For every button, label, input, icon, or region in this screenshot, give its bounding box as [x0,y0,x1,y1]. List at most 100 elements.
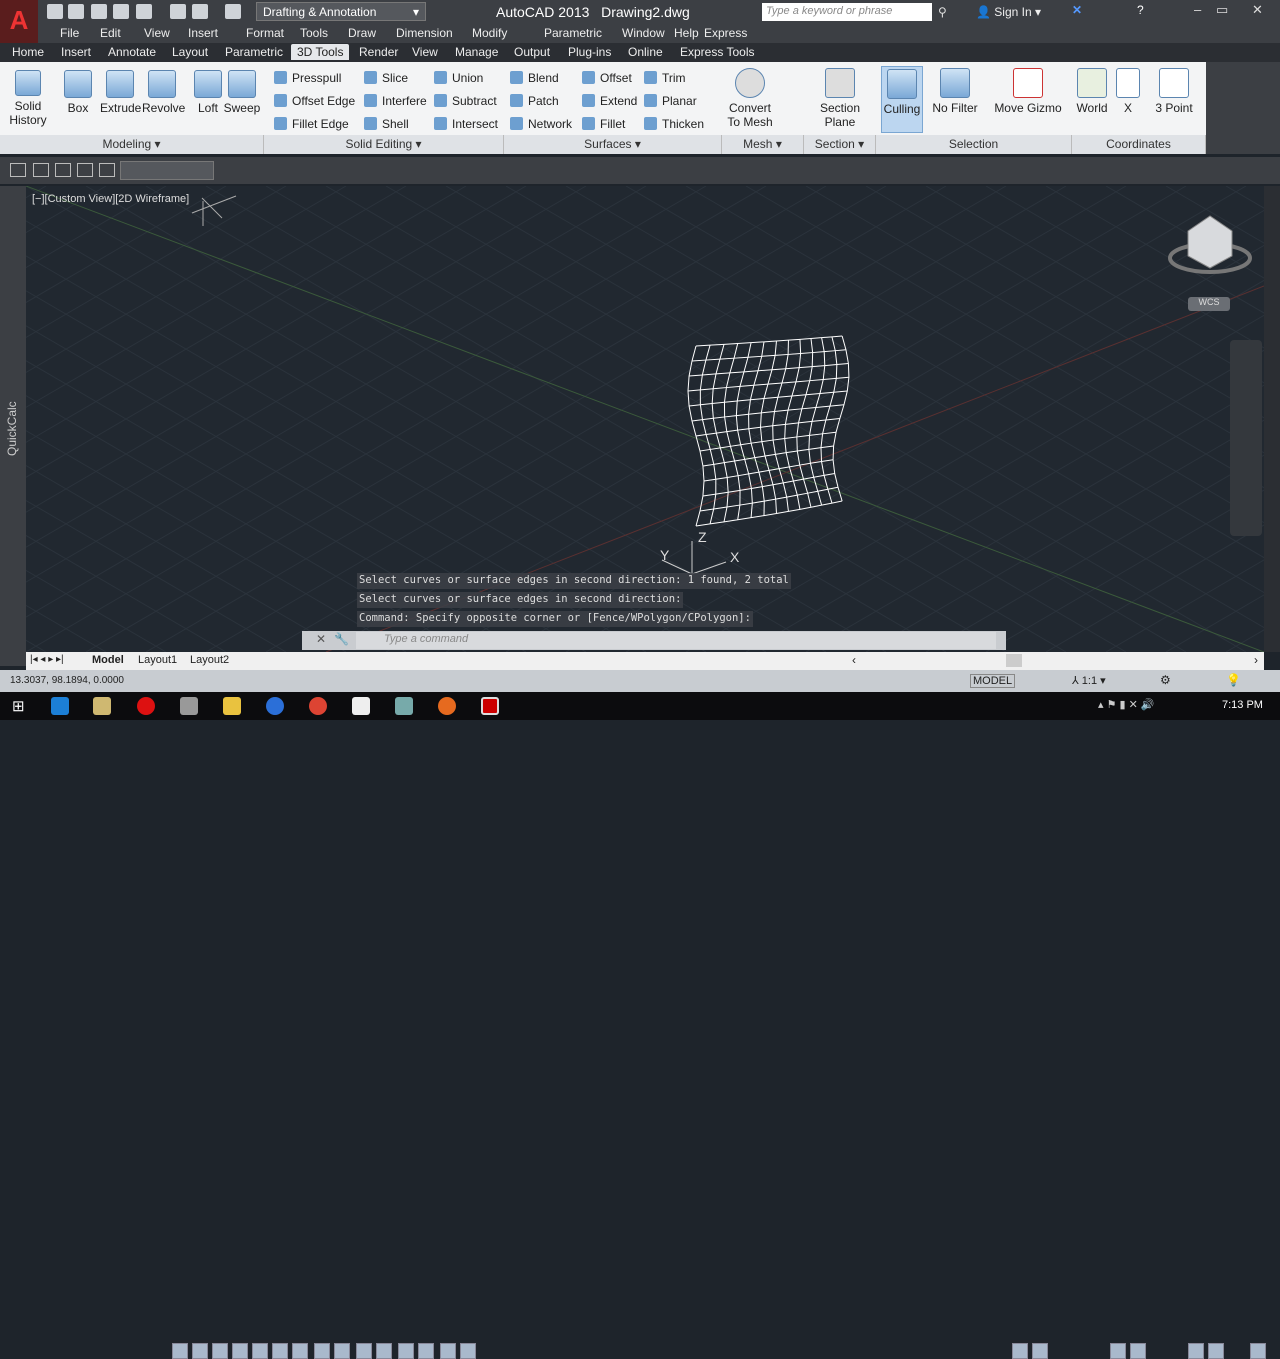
viewcube[interactable] [1187,215,1233,269]
drafting-toggle-icon[interactable] [440,1343,456,1359]
trim-surface-button[interactable]: Trim [644,71,686,85]
autocad-taskbar-icon[interactable] [481,697,499,715]
box-button[interactable]: Box [64,70,92,115]
drafting-toggle-icon[interactable] [356,1343,372,1359]
undo-icon[interactable] [192,4,208,19]
application-menu-button[interactable]: A [0,0,38,43]
exchange-icon[interactable]: ✕ [1072,3,1082,17]
wrench-icon[interactable]: 🔧 [334,632,349,646]
chrome-icon[interactable] [309,697,327,715]
drafting-toggle-icon[interactable] [376,1343,392,1359]
menu-file[interactable]: File [60,26,79,40]
document-icon[interactable] [352,697,370,715]
save-as-icon[interactable] [113,4,129,19]
chromium-icon[interactable] [266,697,284,715]
firefox-icon[interactable] [438,697,456,715]
tab-express-tools[interactable]: Express Tools [680,45,754,59]
menu-format[interactable]: Format [246,26,284,40]
toolbar-icon[interactable] [10,163,26,177]
tab-output[interactable]: Output [514,45,550,59]
network-surface-button[interactable]: Network [510,117,572,131]
annotation-scale[interactable]: ⅄ 1:1 ▾ [1072,674,1106,687]
drafting-toggle-icon[interactable] [212,1343,228,1359]
menu-modify[interactable]: Modify [472,26,507,40]
navigation-bar[interactable] [1230,340,1262,536]
solid-editing-panel-title[interactable]: Solid Editing ▾ [264,135,504,154]
selection-panel-title[interactable]: Selection [876,135,1072,154]
drafting-toggle-icon[interactable] [460,1343,476,1359]
maximize-button[interactable]: ▭ [1216,2,1228,18]
menu-dimension[interactable]: Dimension [396,26,453,40]
patch-surface-button[interactable]: Patch [510,94,559,108]
status-tool-icon[interactable] [1032,1343,1048,1359]
3-point-ucs-button[interactable]: 3 Point [1152,68,1196,115]
drafting-toggle-icon[interactable] [398,1343,414,1359]
drafting-toggle-icon[interactable] [314,1343,330,1359]
command-input[interactable]: Type a command [356,632,996,649]
sweep-button[interactable]: Sweep [222,70,262,115]
tab-plug-ins[interactable]: Plug-ins [568,45,611,59]
culling-button[interactable]: Culling [881,66,923,133]
tab-manage[interactable]: Manage [455,45,498,59]
status-tool-icon[interactable] [1130,1343,1146,1359]
extend-surface-button[interactable]: Extend [582,94,637,108]
close-icon[interactable]: ✕ [316,632,326,646]
extrude-button[interactable]: Extrude [100,70,141,115]
menu-help[interactable]: Help [674,26,699,40]
solid-history-button[interactable]: Solid History [8,70,48,127]
windows-start-icon[interactable]: ⊞ [12,697,25,715]
presspull-button[interactable]: Presspull [274,71,341,85]
toolbar-icon[interactable] [55,163,71,177]
menu-window[interactable]: Window [622,26,665,40]
vertical-scrollbar[interactable] [1264,186,1280,652]
status-tool-icon[interactable] [1250,1343,1266,1359]
gear-icon[interactable]: ⚙ [1160,673,1171,687]
drafting-toggle-icon[interactable] [292,1343,308,1359]
tab-nav-arrows[interactable]: |◂ ◂ ▸ ▸| [30,654,64,665]
union-button[interactable]: Union [434,71,483,85]
menu-insert[interactable]: Insert [188,26,218,40]
x-ucs-button[interactable]: X [1114,68,1142,115]
interfere-button[interactable]: Interfere [364,94,427,108]
tab-insert[interactable]: Insert [61,45,91,59]
tab-render[interactable]: Render [359,45,398,59]
model-space-button[interactable]: MODEL [970,674,1016,688]
offset-edge-button[interactable]: Offset Edge [274,94,355,108]
drafting-toggle-icon[interactable] [334,1343,350,1359]
plot-icon[interactable] [170,4,186,19]
binoculars-icon[interactable]: ⚲ [938,5,947,19]
scroll-right-icon[interactable]: › [1254,653,1258,667]
world-ucs-button[interactable]: World [1074,68,1110,115]
wcs-menu[interactable]: WCS [1188,297,1230,311]
status-tool-icon[interactable] [1012,1343,1028,1359]
app-icon[interactable] [180,697,198,715]
open-icon[interactable] [68,4,84,19]
coordinates-readout[interactable]: 13.3037, 98.1894, 0.0000 [10,675,124,686]
file-explorer-icon[interactable] [93,697,111,715]
status-tool-icon[interactable] [1208,1343,1224,1359]
offset-surface-button[interactable]: Offset [582,71,632,85]
tab-view[interactable]: View [412,45,438,59]
opera-icon[interactable] [137,697,155,715]
viewport-controls-label[interactable]: [−][Custom View][2D Wireframe] [32,193,189,205]
subtract-button[interactable]: Subtract [434,94,497,108]
status-tool-icon[interactable] [1110,1343,1126,1359]
blend-surface-button[interactable]: Blend [510,71,559,85]
app-icon[interactable] [395,697,413,715]
convert-to-mesh-button[interactable]: Convert To Mesh [724,68,776,129]
tab-model[interactable]: Model [92,654,124,666]
thicken-surface-button[interactable]: Thicken [644,117,704,131]
tab-layout2[interactable]: Layout2 [190,654,229,666]
redo-icon[interactable] [225,4,241,19]
publish-icon[interactable] [136,4,152,19]
drafting-toggle-icon[interactable] [232,1343,248,1359]
tray-icons[interactable]: ▴ ⚑ ▮ ✕ 🔊 [1098,698,1155,711]
toolbar-dropdown[interactable] [120,161,214,180]
drafting-toggle-icon[interactable] [172,1343,188,1359]
minimize-button[interactable]: – [1194,2,1201,17]
no-filter-button[interactable]: No Filter [930,68,980,115]
shell-button[interactable]: Shell [364,117,409,131]
menu-express[interactable]: Express [704,26,747,40]
new-icon[interactable] [47,4,63,19]
intersect-button[interactable]: Intersect [434,117,498,131]
